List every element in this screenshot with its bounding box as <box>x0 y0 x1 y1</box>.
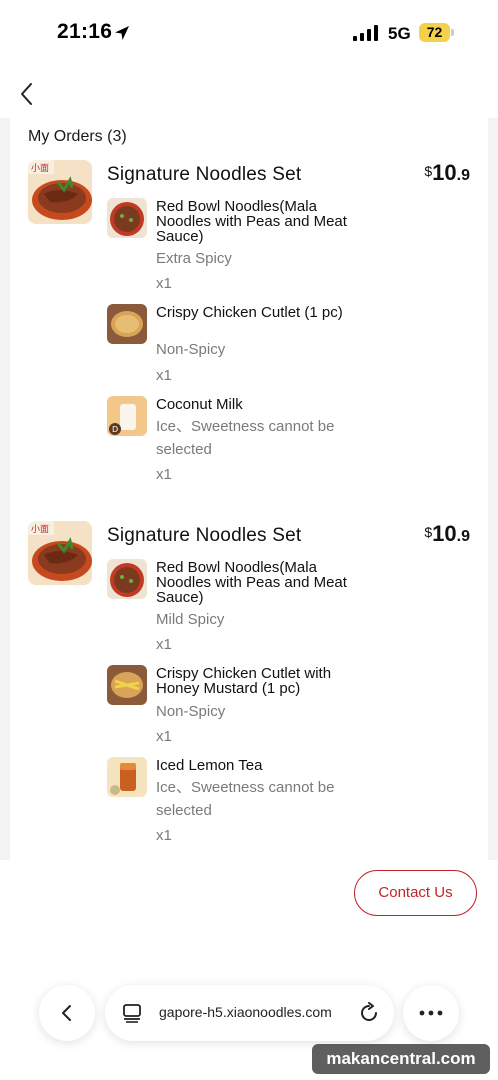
item-qty: x1 <box>156 466 172 483</box>
item-name: Crispy Chicken Cutlet with Honey Mustard… <box>156 665 332 697</box>
item-option: Extra Spicy <box>156 250 232 267</box>
item-option: Mild Spicy <box>156 611 225 628</box>
more-button[interactable] <box>403 985 459 1041</box>
item-qty: x1 <box>156 636 172 653</box>
item-option: Non-Spicy <box>156 703 226 720</box>
status-bar: 21:16 5G 72 <box>0 0 498 62</box>
item-name: Coconut Milk <box>156 396 243 413</box>
content-area: My Orders (3) 小面 Signature Noodles Set $… <box>0 118 498 860</box>
more-icon <box>419 1010 443 1016</box>
item-qty: x1 <box>156 367 172 384</box>
item-name: Crispy Chicken Cutlet (1 pc) <box>156 304 343 321</box>
item-qty: x1 <box>156 728 172 745</box>
location-arrow-icon <box>115 26 129 40</box>
address-bar[interactable]: gapore-h5.xiaonoodles.com <box>105 985 394 1041</box>
back-chevron-icon <box>62 1005 71 1021</box>
red-bowl-noodles-image <box>107 559 147 599</box>
contact-us-button[interactable]: Contact Us <box>354 870 477 916</box>
url-text: gapore-h5.xiaonoodles.com <box>159 1004 332 1020</box>
coconut-milk-image: D <box>107 396 147 436</box>
tabs-icon[interactable] <box>122 1003 142 1023</box>
item-qty: x1 <box>156 275 172 292</box>
set-price: $10.9 <box>424 160 470 185</box>
battery-level: 72 <box>426 24 443 40</box>
item-name: Red Bowl Noodles(Mala Noodles with Peas … <box>156 198 347 245</box>
svg-text:小面: 小面 <box>31 163 49 174</box>
battery-icon: 72 <box>419 23 454 42</box>
orders-title: My Orders (3) <box>28 128 127 145</box>
noodle-set-image: 小面 <box>28 521 92 585</box>
item-option: Non-Spicy <box>156 341 226 358</box>
item-option: Ice、Sweetness cannot be selected <box>156 779 335 819</box>
item-qty: x1 <box>156 827 172 844</box>
iced-lemon-tea-image <box>107 757 147 797</box>
watermark: makancentral.com <box>312 1044 490 1074</box>
honey-mustard-cutlet-image <box>107 665 147 705</box>
set-name: Signature Noodles Set <box>107 525 302 546</box>
set-name: Signature Noodles Set <box>107 164 302 185</box>
browser-back-button[interactable] <box>39 985 95 1041</box>
signal-icon <box>353 25 378 41</box>
item-option: Ice、Sweetness cannot be selected <box>156 418 335 458</box>
back-chevron-icon[interactable] <box>14 80 42 108</box>
orders-card: My Orders (3) 小面 Signature Noodles Set $… <box>10 118 488 860</box>
svg-text:小面: 小面 <box>31 524 49 535</box>
item-name: Iced Lemon Tea <box>156 757 263 774</box>
noodle-set-image: 小面 <box>28 160 92 224</box>
chicken-cutlet-image <box>107 304 147 344</box>
status-time: 21:16 <box>57 20 113 43</box>
item-name: Red Bowl Noodles(Mala Noodles with Peas … <box>156 559 347 606</box>
network-type: 5G <box>388 24 411 43</box>
svg-text:D: D <box>112 425 118 434</box>
set-price: $10.9 <box>424 521 470 546</box>
red-bowl-noodles-image <box>107 198 147 238</box>
reload-icon[interactable] <box>358 1002 380 1024</box>
